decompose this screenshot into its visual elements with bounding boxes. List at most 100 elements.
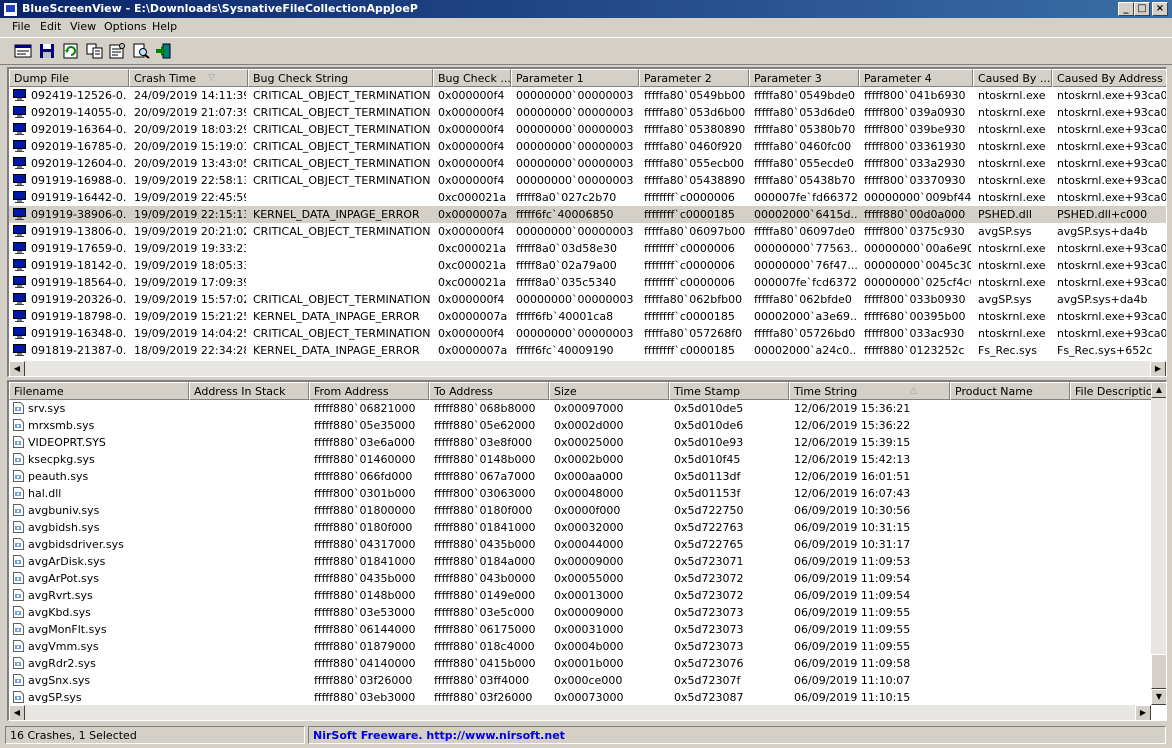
crash-row[interactable]: 091919-13806-0... 19/09/2019 20:21:02 CRIT… — [9, 223, 1166, 240]
crash-row[interactable]: 091819-21387-0... 18/09/2019 22:34:28 KERN… — [9, 342, 1166, 359]
driver-row[interactable]: hal.dll fffff800`0301b000 fffff800`0306300… — [9, 485, 1166, 502]
crash-row[interactable]: 091919-16988-0... 19/09/2019 22:58:13 CRIT… — [9, 172, 1166, 189]
driver-scroll-up-button[interactable]: ▲ — [1151, 382, 1166, 398]
driver-row[interactable]: avgVmm.sys fffff880`01879000 fffff880`018c… — [9, 638, 1166, 655]
column-header[interactable]: Parameter 1 — [511, 69, 639, 87]
column-header[interactable]: Time Stamp — [669, 382, 789, 400]
crash-scroll-left-button[interactable]: ◀ — [9, 361, 25, 376]
properties-icon[interactable] — [108, 43, 126, 59]
column-header-label: Parameter 3 — [754, 72, 822, 85]
cell-2: fffff880`04140000 — [314, 657, 416, 670]
column-header[interactable]: Time String △ — [789, 382, 950, 400]
crash-row[interactable]: 091919-18142-0... 19/09/2019 18:05:33 0xc0… — [9, 257, 1167, 274]
cell-2: fffff800`0301b000 — [314, 487, 416, 500]
menu-options[interactable]: Options — [102, 20, 148, 33]
cell-9: ntoskrnl.exe+93ca0 — [1057, 259, 1167, 272]
column-header[interactable]: From Address — [309, 382, 429, 400]
crash-row[interactable]: 092019-14055-0... 20/09/2019 21:07:39 CRIT… — [9, 104, 1166, 121]
driver-row[interactable]: avgSnx.sys fffff880`03f26000 fffff880`03ff… — [9, 672, 1166, 689]
cell-1: 19/09/2019 22:45:59 — [134, 191, 246, 204]
crash-list[interactable]: Dump File Crash Time ▽ Bug Check String Bug … — [7, 67, 1167, 377]
crash-row[interactable]: 091919-17659-0... 19/09/2019 19:33:23 0xc0… — [9, 240, 1166, 257]
bluescreen-app-icon[interactable] — [3, 2, 18, 17]
cell-2: CRITICAL_OBJECT_TERMINATION — [253, 140, 431, 153]
column-header[interactable]: Product Name — [950, 382, 1070, 400]
html-report-icon[interactable] — [14, 43, 32, 59]
driver-row[interactable]: srv.sys fffff880`06821000 fffff880`068b800… — [9, 400, 1166, 417]
column-header[interactable]: Bug Check String — [248, 69, 433, 87]
crash-row[interactable]: 091919-18798-0... 19/09/2019 15:21:25 KERN… — [9, 308, 1166, 325]
driver-file-icon — [13, 538, 24, 550]
cell-0: 091919-16348-0... — [31, 327, 127, 340]
find-icon[interactable] — [132, 43, 150, 59]
column-header[interactable]: Address In Stack — [189, 382, 309, 400]
cell-2: fffff880`01460000 — [314, 453, 416, 466]
driver-row[interactable]: avgbidsdriver.sys fffff880`04317000 fffff8… — [9, 536, 1166, 553]
cell-6: 06/09/2019 11:09:53 — [794, 555, 911, 568]
driver-hscroll-track[interactable] — [25, 705, 1135, 720]
column-header-label: Size — [554, 385, 577, 398]
column-header[interactable]: Caused By Address — [1052, 69, 1166, 87]
column-header[interactable]: Parameter 2 — [639, 69, 749, 87]
save-icon[interactable] — [38, 43, 56, 59]
menu-edit[interactable]: Edit — [38, 20, 63, 33]
crash-row[interactable]: 091919-38906-0... 19/09/2019 22:15:13 KERN… — [9, 206, 1166, 223]
menu-view[interactable]: View — [68, 20, 98, 33]
crash-list-header: Dump File Crash Time ▽ Bug Check String Bug … — [9, 69, 1166, 87]
driver-row[interactable]: avgbidsh.sys fffff880`0180f000 fffff880`01… — [9, 519, 1166, 536]
cell-2: fffff880`03e53000 — [314, 606, 416, 619]
crash-row[interactable]: 092419-12526-0... 24/09/2019 14:11:39 CRIT… — [9, 87, 1166, 104]
driver-scroll-left-button[interactable]: ◀ — [9, 705, 25, 720]
column-header[interactable]: Parameter 4 — [859, 69, 973, 87]
refresh-icon[interactable] — [62, 43, 80, 59]
column-header[interactable]: Caused By ... — [973, 69, 1052, 87]
driver-scroll-down-button[interactable]: ▼ — [1151, 689, 1166, 705]
crash-row[interactable]: 092019-16364-0... 20/09/2019 18:03:29 CRIT… — [9, 121, 1166, 138]
column-header[interactable]: Filename — [9, 382, 189, 400]
driver-row[interactable]: avgArPot.sys fffff880`0435b000 fffff880`04… — [9, 570, 1166, 587]
crash-row[interactable]: 092019-16785-0... 20/09/2019 15:19:01 CRIT… — [9, 138, 1166, 155]
column-header[interactable]: Parameter 3 — [749, 69, 859, 87]
driver-row[interactable]: avgbuniv.sys fffff880`01800000 fffff880`01… — [9, 502, 1166, 519]
column-header[interactable]: Crash Time ▽ — [129, 69, 248, 87]
driver-row[interactable]: ksecpkg.sys fffff880`01460000 fffff880`014… — [9, 451, 1166, 468]
close-button[interactable]: × — [1152, 2, 1168, 16]
menu-help[interactable]: Help — [150, 20, 179, 33]
crash-hscroll-track[interactable] — [25, 361, 1150, 376]
column-header[interactable]: Size — [549, 382, 669, 400]
driver-vscroll-track[interactable] — [1151, 398, 1166, 689]
driver-scroll-right-button[interactable]: ▶ — [1135, 705, 1151, 720]
driver-row[interactable]: avgKbd.sys fffff880`03e53000 fffff880`03e5… — [9, 604, 1166, 621]
cell-8: ntoskrnl.exe — [978, 310, 1046, 323]
cell-0: avgRvrt.sys — [28, 589, 93, 602]
driver-row[interactable]: avgRdr2.sys fffff880`04140000 fffff880`041… — [9, 655, 1166, 672]
column-header[interactable]: Dump File — [9, 69, 129, 87]
driver-row[interactable]: avgRvrt.sys fffff880`0148b000 fffff880`014… — [9, 587, 1166, 604]
minimize-button[interactable]: _ — [1118, 2, 1134, 16]
cell-3: 0xc000021a — [438, 259, 507, 272]
copy-icon[interactable] — [86, 43, 104, 59]
crash-row[interactable]: 091919-20326-0... 19/09/2019 15:57:02 CRIT… — [9, 291, 1166, 308]
crash-row[interactable]: 091919-18564-0... 19/09/2019 17:09:39 0xc0… — [9, 274, 1166, 291]
driver-row[interactable]: peauth.sys fffff880`066fd000 fffff880`067a… — [9, 468, 1166, 485]
driver-vscroll-thumb[interactable] — [1151, 654, 1166, 689]
crash-row[interactable]: 091919-16442-0... 19/09/2019 22:45:59 0xc0… — [9, 189, 1166, 206]
nirsoft-credit-link[interactable]: NirSoft Freeware. http://www.nirsoft.net — [308, 726, 1166, 744]
cell-0: avgSP.sys — [28, 691, 82, 704]
driver-row[interactable]: avgArDisk.sys fffff880`01841000 fffff880`0… — [9, 553, 1166, 570]
crash-row[interactable]: 091919-16348-0... 19/09/2019 14:04:25 CRIT… — [9, 325, 1166, 342]
exit-icon[interactable] — [154, 43, 172, 59]
column-header[interactable]: Bug Check ... — [433, 69, 511, 87]
maximize-button[interactable]: □ — [1134, 2, 1150, 16]
crash-scroll-right-button[interactable]: ▶ — [1150, 361, 1166, 376]
driver-list[interactable]: Filename Address In Stack From Address To A… — [7, 380, 1167, 721]
cell-3: 0x000000f4 — [438, 140, 505, 153]
menu-file[interactable]: File — [10, 20, 32, 33]
driver-row[interactable]: avgSP.sys fffff880`03eb3000 fffff880`03f26… — [9, 689, 1166, 706]
cell-6: 06/09/2019 11:09:55 — [794, 623, 911, 636]
driver-row[interactable]: avgMonFlt.sys fffff880`06144000 fffff880`0… — [9, 621, 1166, 638]
driver-row[interactable]: mrxsmb.sys fffff880`05e35000 fffff880`05e6… — [9, 417, 1166, 434]
crash-row[interactable]: 092019-12604-0... 20/09/2019 13:43:05 CRIT… — [9, 155, 1166, 172]
column-header[interactable]: To Address — [429, 382, 549, 400]
driver-row[interactable]: VIDEOPRT.SYS fffff880`03e6a000 fffff880`03… — [9, 434, 1166, 451]
